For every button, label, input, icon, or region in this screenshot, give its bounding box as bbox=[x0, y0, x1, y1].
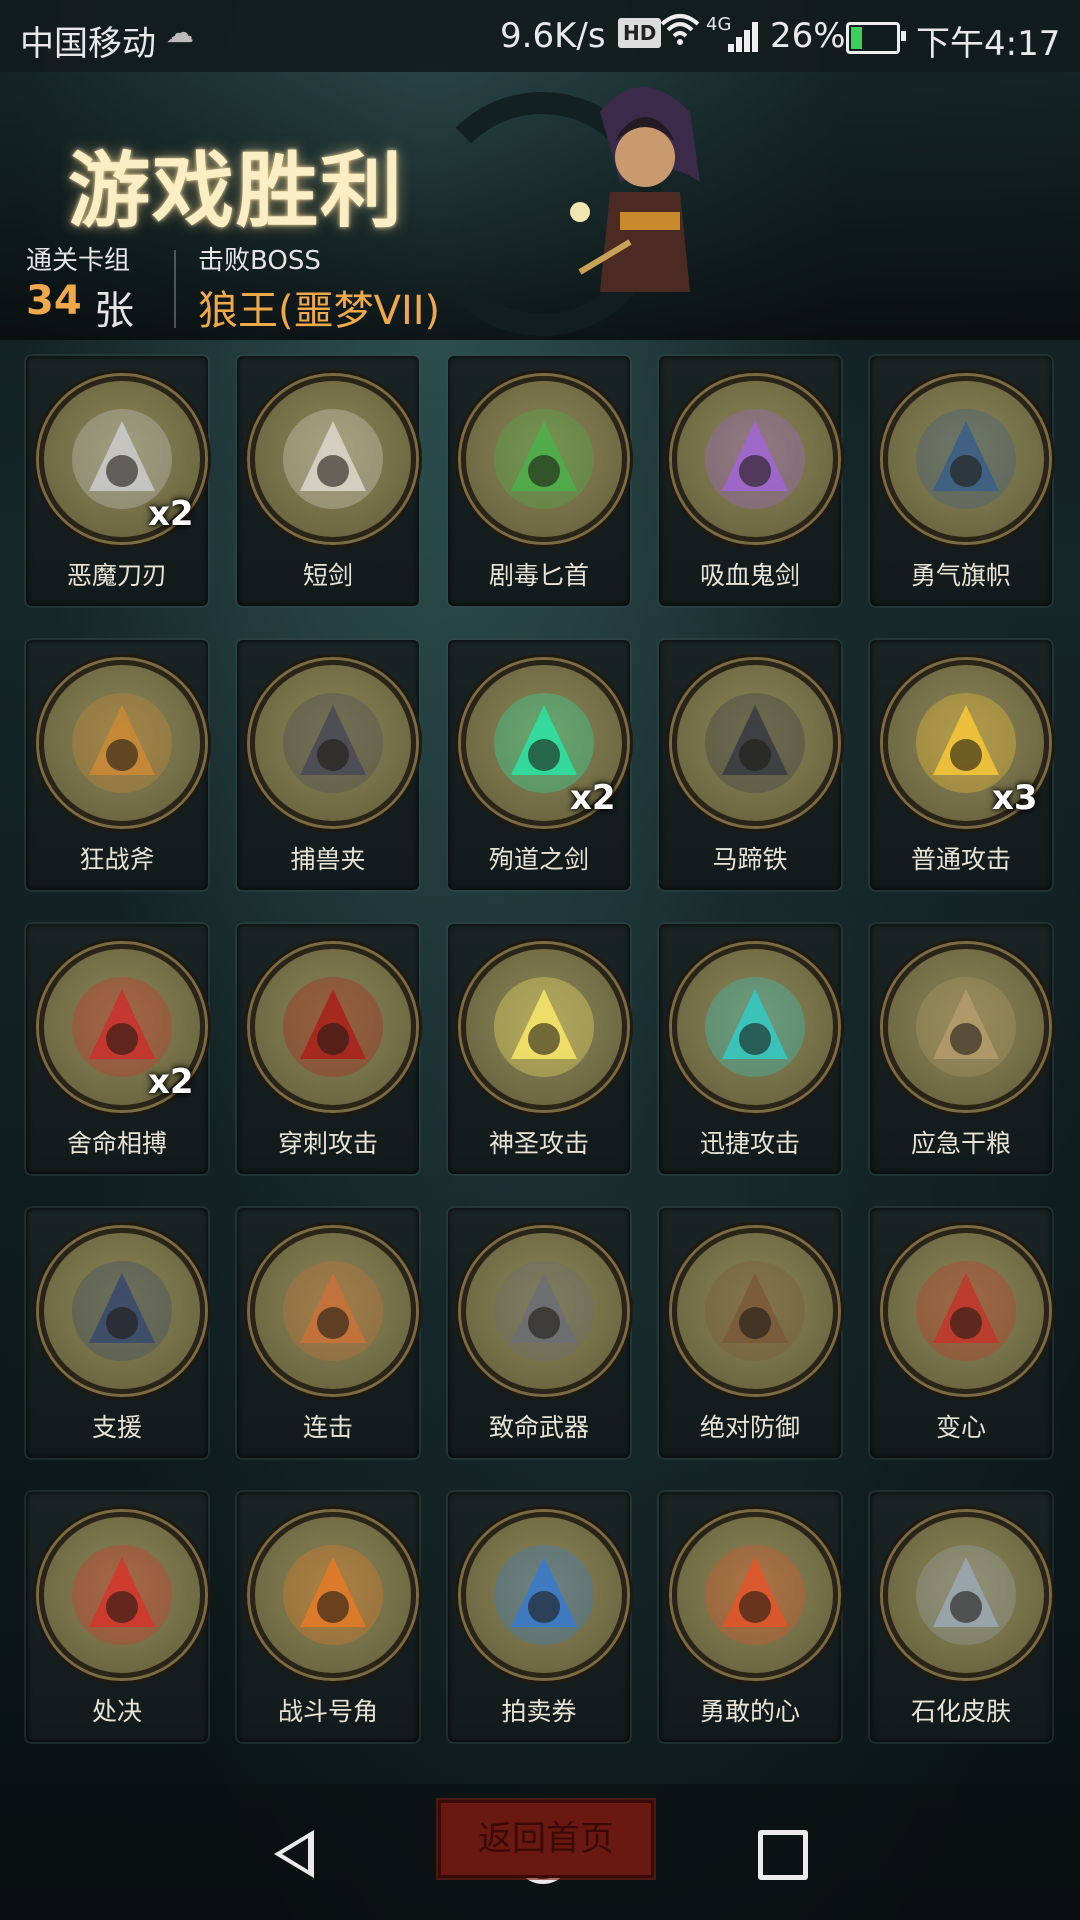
poison-dagger-icon bbox=[461, 376, 627, 542]
card-name: 捕兽夹 bbox=[290, 845, 366, 874]
berserk-axe-icon bbox=[39, 660, 205, 826]
signal-icon bbox=[728, 18, 762, 52]
auction-ticket-icon bbox=[461, 1512, 627, 1678]
deck-card[interactable]: 殉道之剑 x2 bbox=[448, 640, 630, 890]
hero-character-image bbox=[570, 87, 700, 292]
holy-attack-icon bbox=[461, 944, 627, 1110]
courage-banner-icon bbox=[883, 376, 1049, 542]
carrier-label: 中国移动 bbox=[20, 24, 156, 64]
deck-unit: 张 bbox=[94, 288, 134, 334]
short-sword-icon bbox=[250, 376, 416, 542]
card-name: 变心 bbox=[935, 1413, 986, 1442]
card-name: 殉道之剑 bbox=[488, 845, 589, 874]
card-name: 穿刺攻击 bbox=[277, 1129, 378, 1158]
network-speed: 9.6K/s bbox=[500, 16, 606, 56]
card-name: 普通攻击 bbox=[910, 845, 1011, 874]
recent-apps-icon[interactable] bbox=[758, 1830, 808, 1880]
support-icon bbox=[39, 1228, 205, 1394]
card-name: 应急干粮 bbox=[910, 1129, 1011, 1158]
pierce-attack-icon bbox=[250, 944, 416, 1110]
deck-card[interactable]: 拍卖券 bbox=[448, 1492, 630, 1742]
boss-name: 狼王(噩梦VII) bbox=[198, 288, 441, 334]
deck-card[interactable]: 战斗号角 bbox=[237, 1492, 419, 1742]
battle-horn-icon bbox=[250, 1512, 416, 1678]
vampire-sword-icon bbox=[672, 376, 838, 542]
hd-icon: HD bbox=[618, 18, 662, 48]
card-name: 剧毒匕首 bbox=[488, 561, 589, 590]
victory-screen: 中国移动 ☁ 9.6K/s HD 4G 26% 下午4:17 游戏胜利 通关卡组… bbox=[0, 0, 1080, 1920]
boss-label: 击败BOSS bbox=[198, 246, 321, 276]
deck-card[interactable]: 石化皮肤 bbox=[870, 1492, 1052, 1742]
card-name: 舍命相搏 bbox=[66, 1129, 167, 1158]
deck-card[interactable]: 应急干粮 bbox=[870, 924, 1052, 1174]
deck-card[interactable]: 变心 bbox=[870, 1208, 1052, 1458]
clock: 下午4:17 bbox=[916, 24, 1061, 64]
battery-icon bbox=[846, 22, 906, 54]
card-name: 吸血鬼剑 bbox=[699, 561, 800, 590]
back-icon[interactable] bbox=[274, 1830, 314, 1878]
swift-attack-icon bbox=[672, 944, 838, 1110]
card-name: 处决 bbox=[91, 1697, 142, 1726]
deck-card[interactable]: 连击 bbox=[237, 1208, 419, 1458]
card-name: 勇敢的心 bbox=[699, 1697, 800, 1726]
return-home-button[interactable]: 返回首页 bbox=[438, 1800, 654, 1878]
card-name: 连击 bbox=[302, 1413, 353, 1442]
deck-card[interactable]: 短剑 bbox=[237, 356, 419, 606]
execute-icon bbox=[39, 1512, 205, 1678]
deck-card[interactable]: 吸血鬼剑 bbox=[659, 356, 841, 606]
absolute-defense-icon bbox=[672, 1228, 838, 1394]
deck-card[interactable]: 恶魔刀刃 x2 bbox=[26, 356, 208, 606]
card-name: 石化皮肤 bbox=[910, 1697, 1011, 1726]
change-heart-icon bbox=[883, 1228, 1049, 1394]
card-count-badge: x3 bbox=[992, 778, 1038, 818]
deadly-weapons-icon bbox=[461, 1228, 627, 1394]
stone-skin-icon bbox=[883, 1512, 1049, 1678]
deck-card[interactable]: 迅捷攻击 bbox=[659, 924, 841, 1174]
combo-icon bbox=[250, 1228, 416, 1394]
card-count-badge: x2 bbox=[570, 778, 616, 818]
card-count-badge: x2 bbox=[148, 1062, 194, 1102]
card-name: 绝对防御 bbox=[699, 1413, 800, 1442]
card-name: 勇气旗帜 bbox=[910, 561, 1011, 590]
deck-card[interactable]: 致命武器 bbox=[448, 1208, 630, 1458]
deck-card[interactable]: 勇气旗帜 bbox=[870, 356, 1052, 606]
deck-card[interactable]: 普通攻击 x3 bbox=[870, 640, 1052, 890]
horseshoe-icon bbox=[672, 660, 838, 826]
battery-percentage: 26% bbox=[770, 16, 846, 56]
card-name: 支援 bbox=[91, 1413, 142, 1442]
deck-card[interactable]: 捕兽夹 bbox=[237, 640, 419, 890]
victory-title: 游戏胜利 bbox=[68, 144, 405, 239]
deck-card[interactable]: 处决 bbox=[26, 1492, 208, 1742]
card-name: 战斗号角 bbox=[277, 1697, 378, 1726]
card-name: 拍卖券 bbox=[501, 1697, 577, 1726]
weather-icon: ☁ bbox=[166, 16, 194, 49]
card-count-badge: x2 bbox=[148, 494, 194, 534]
deck-card[interactable]: 支援 bbox=[26, 1208, 208, 1458]
deck-card[interactable]: 狂战斧 bbox=[26, 640, 208, 890]
card-name: 马蹄铁 bbox=[712, 845, 788, 874]
status-bar: 中国移动 ☁ 9.6K/s HD 4G 26% 下午4:17 bbox=[0, 0, 1080, 72]
card-name: 致命武器 bbox=[488, 1413, 589, 1442]
bear-trap-icon bbox=[250, 660, 416, 826]
wifi-icon bbox=[660, 12, 700, 54]
header-divider bbox=[174, 250, 176, 328]
deck-card[interactable]: 舍命相搏 x2 bbox=[26, 924, 208, 1174]
victory-header: 游戏胜利 通关卡组 34 张 击败BOSS 狼王(噩梦VII) bbox=[0, 72, 1080, 340]
card-name: 迅捷攻击 bbox=[699, 1129, 800, 1158]
deck-card[interactable]: 勇敢的心 bbox=[659, 1492, 841, 1742]
deck-label: 通关卡组 bbox=[26, 246, 131, 276]
deck-card[interactable]: 穿刺攻击 bbox=[237, 924, 419, 1174]
rations-icon bbox=[883, 944, 1049, 1110]
card-name: 短剑 bbox=[302, 561, 353, 590]
card-name: 恶魔刀刃 bbox=[66, 561, 167, 590]
card-name: 神圣攻击 bbox=[488, 1129, 589, 1158]
brave-heart-icon bbox=[672, 1512, 838, 1678]
deck-card[interactable]: 剧毒匕首 bbox=[448, 356, 630, 606]
deck-card[interactable]: 神圣攻击 bbox=[448, 924, 630, 1174]
deck-card[interactable]: 绝对防御 bbox=[659, 1208, 841, 1458]
deck-count: 34 bbox=[26, 278, 82, 324]
deck-card[interactable]: 马蹄铁 bbox=[659, 640, 841, 890]
card-name: 狂战斧 bbox=[79, 845, 155, 874]
